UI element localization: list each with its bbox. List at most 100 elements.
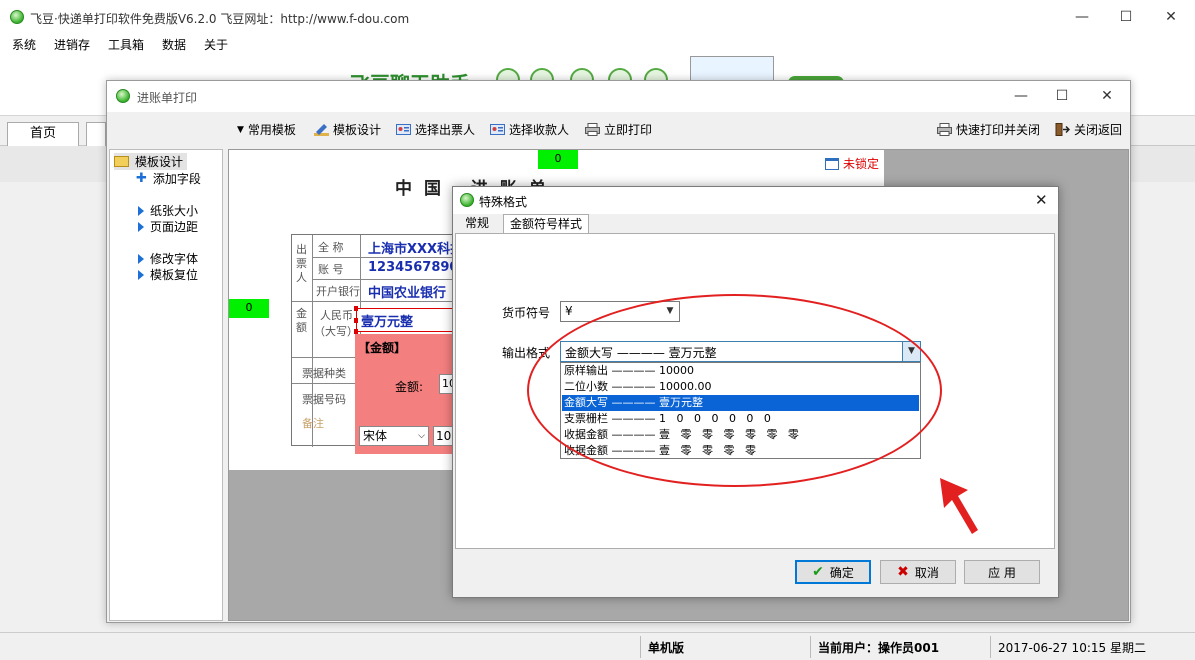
- dialog-tabs: 常规 金额符号样式: [453, 214, 1058, 235]
- quick-print-close-button[interactable]: 快速打印并关闭: [937, 121, 1040, 138]
- template-design-button[interactable]: 模板设计: [314, 121, 381, 138]
- close-x-icon: ✖: [897, 564, 909, 580]
- tree-item-label: 修改字体: [150, 252, 199, 266]
- font-family-value: 宋体: [363, 429, 388, 443]
- status-edition: 单机版: [648, 641, 685, 655]
- uppercase-label: （大写）: [314, 325, 358, 338]
- field-amount-label: 金额:: [395, 380, 424, 394]
- bank-value: 中国农业银行: [368, 286, 447, 301]
- tab-home[interactable]: 首页: [7, 122, 79, 147]
- tree-item-label: 添加字段: [152, 172, 201, 186]
- entry-close-button[interactable]: ✕: [1098, 87, 1116, 105]
- amount-upper-value: 壹万元整: [361, 315, 414, 330]
- close-return-button[interactable]: 关闭返回: [1055, 121, 1122, 138]
- tree-item-label: 页面边距: [150, 220, 199, 234]
- bill-type-label: 票据种类: [302, 367, 346, 380]
- app-logo-icon: [10, 10, 24, 24]
- account-value: 1234567890: [368, 260, 459, 275]
- close-return-label: 关闭返回: [1074, 123, 1123, 137]
- ok-button[interactable]: ✔ 确定: [795, 560, 871, 584]
- entry-window-title: 进账单打印: [137, 91, 198, 105]
- annotation-arrow-icon: [940, 478, 978, 534]
- main-title-bar: 飞豆·快递单打印软件免费版V6.2.0 飞豆网址：http://www.f-do…: [0, 0, 1195, 34]
- dialog-logo-icon: [460, 193, 474, 207]
- select-payee-button[interactable]: 选择收款人: [490, 121, 569, 138]
- calendar-icon: [825, 157, 839, 170]
- full-name-label: 全 称: [318, 241, 344, 254]
- printer-icon: [937, 123, 952, 136]
- cancel-button-label: 取消: [914, 565, 939, 580]
- tree-item-reset-template[interactable]: 模板复位: [138, 266, 198, 283]
- common-template-button[interactable]: ▼ 常用模板: [237, 121, 296, 138]
- entry-maximize-button[interactable]: ☐: [1053, 87, 1071, 105]
- id-card-icon: [490, 124, 505, 135]
- menu-toolbox[interactable]: 工具箱: [108, 36, 144, 53]
- chevron-down-icon: ⌵: [418, 431, 425, 441]
- select-payee-label: 选择收款人: [509, 123, 570, 137]
- tree-root-template-design[interactable]: 模板设计: [114, 153, 188, 170]
- tree-item-paper-size[interactable]: 纸张大小: [138, 202, 198, 219]
- full-name-value: 上海市XXX科技: [368, 242, 464, 257]
- issuer-label: 出票人: [296, 243, 307, 284]
- entry-title-bar: 进账单打印 — ☐ ✕: [107, 81, 1130, 112]
- tab-second[interactable]: [86, 122, 106, 147]
- select-issuer-label: 选择出票人: [415, 123, 476, 137]
- menu-data[interactable]: 数据: [162, 36, 186, 53]
- status-current-user: 当前用户：操作员001: [818, 641, 940, 655]
- select-issuer-button[interactable]: 选择出票人: [396, 121, 475, 138]
- print-now-button[interactable]: 立即打印: [585, 121, 652, 138]
- id-card-icon: [396, 124, 411, 135]
- close-button[interactable]: ✕: [1162, 8, 1180, 26]
- dialog-close-icon[interactable]: ✕: [1035, 191, 1048, 209]
- exit-door-icon: [1055, 123, 1070, 136]
- check-icon: ✔: [812, 564, 824, 580]
- dialog-title-bar: 特殊格式 ✕: [453, 187, 1058, 214]
- main-menu-bar: 系统 进销存 工具箱 数据 关于: [0, 34, 1195, 54]
- menu-system[interactable]: 系统: [12, 36, 36, 53]
- plus-icon: ✚: [136, 171, 147, 186]
- menu-about[interactable]: 关于: [204, 36, 228, 53]
- cancel-button[interactable]: ✖ 取消: [880, 560, 956, 584]
- tab-amount-symbol-style[interactable]: 金额符号样式: [503, 214, 589, 235]
- amount-side-label: 金额: [296, 307, 307, 334]
- ok-button-label: 确定: [829, 565, 854, 580]
- lock-status[interactable]: 未锁定: [825, 155, 879, 172]
- lock-status-label: 未锁定: [843, 157, 880, 171]
- maximize-button[interactable]: ☐: [1117, 8, 1135, 26]
- apply-button[interactable]: 应 用: [964, 560, 1040, 584]
- tab-general[interactable]: 常规: [455, 214, 499, 234]
- status-datetime: 2017-06-27 10:15 星期二: [998, 641, 1146, 655]
- entry-minimize-button[interactable]: —: [1012, 87, 1030, 105]
- entry-toolbar: ▼ 常用模板 模板设计 选择出票人 选择收款人 立即打印 快速打印并关闭 关闭返…: [107, 112, 1130, 146]
- triangle-right-icon: [138, 269, 144, 280]
- main-window-title: 飞豆·快递单打印软件免费版V6.2.0 飞豆网址：http://www.f-do…: [30, 12, 410, 26]
- font-family-select[interactable]: 宋体 ⌵: [359, 426, 429, 446]
- design-tree-panel: 模板设计 ✚ 添加字段 纸张大小 页面边距 修改字体 模板复位: [109, 149, 223, 621]
- printer-icon: [585, 123, 600, 136]
- tree-item-label: 纸张大小: [150, 204, 199, 218]
- pencil-icon: [314, 124, 329, 136]
- tree-item-add-field[interactable]: ✚ 添加字段: [136, 170, 201, 187]
- rmb-label: 人民币: [320, 309, 353, 322]
- common-template-label: 常用模板: [247, 123, 296, 137]
- annotation-ellipse: [527, 294, 942, 487]
- quick-print-close-label: 快速打印并关闭: [956, 123, 1041, 137]
- print-now-label: 立即打印: [604, 123, 653, 137]
- remark-label: 备注: [302, 417, 324, 430]
- field-editor-panel: 【金额】 金额: 10 宋体 ⌵ 10: [355, 334, 461, 454]
- account-label: 账 号: [318, 263, 344, 276]
- triangle-right-icon: [138, 221, 144, 232]
- minimize-button[interactable]: —: [1073, 8, 1091, 26]
- triangle-right-icon: [138, 253, 144, 264]
- triangle-right-icon: [138, 205, 144, 216]
- menu-inventory[interactable]: 进销存: [54, 36, 90, 53]
- tree-item-page-margin[interactable]: 页面边距: [138, 218, 198, 235]
- status-bar: 单机版 当前用户：操作员001 2017-06-27 10:15 星期二: [0, 632, 1195, 660]
- entry-logo-icon: [116, 89, 130, 103]
- bill-no-label: 票据号码: [302, 393, 346, 406]
- tree-item-label: 模板复位: [150, 268, 199, 282]
- tree-item-modify-font[interactable]: 修改字体: [138, 250, 198, 267]
- currency-value: ¥: [565, 304, 573, 318]
- left-ruler-counter: 0: [229, 299, 269, 318]
- template-design-label: 模板设计: [333, 123, 382, 137]
